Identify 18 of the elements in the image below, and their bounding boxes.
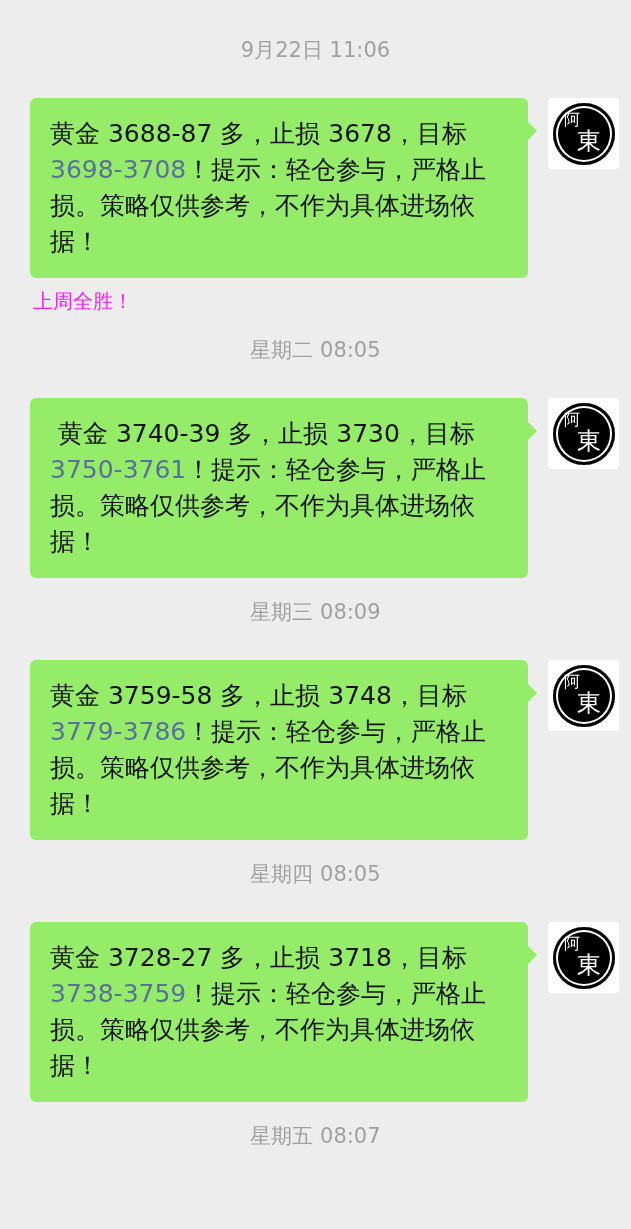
timestamp: 9月22日 11:06 — [240, 37, 391, 64]
timestamp: 星期五 08:07 — [250, 1123, 381, 1150]
avatar[interactable]: 阿 東 — [548, 660, 619, 731]
logo-character: 東 — [576, 127, 601, 154]
timestamp: 星期三 08:09 — [250, 599, 381, 626]
logo-character: 東 — [576, 951, 601, 978]
timestamp: 星期二 08:05 — [250, 337, 381, 364]
logo-character: 阿 — [563, 672, 580, 691]
logo-character: 阿 — [563, 410, 580, 429]
note-text: 上周全胜！ — [33, 288, 133, 314]
logo-character: 阿 — [563, 110, 580, 129]
timestamp: 星期四 08:05 — [250, 861, 381, 888]
avatar[interactable]: 阿 東 — [548, 398, 619, 469]
avatar[interactable]: 阿 東 — [548, 922, 619, 993]
logo-character: 東 — [576, 427, 601, 454]
logo-character: 阿 — [563, 934, 580, 953]
logo-character: 東 — [576, 689, 601, 716]
avatar[interactable]: 阿 東 — [548, 98, 619, 169]
